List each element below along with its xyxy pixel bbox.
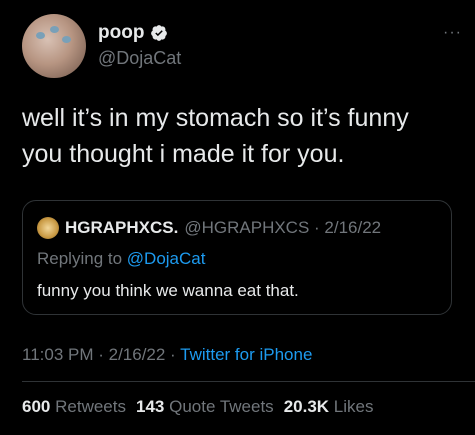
author-display-name[interactable]: poop xyxy=(98,22,144,44)
retweets-stat[interactable]: 600 Retweets xyxy=(22,397,126,417)
quoted-tweet-text: funny you think we wanna eat that. xyxy=(37,281,299,300)
replying-to-line: Replying to @DojaCat xyxy=(37,249,205,269)
tweet-stats: 600 Retweets 143 Quote Tweets 20.3K Like… xyxy=(22,397,373,417)
quote-tweets-stat[interactable]: 143 Quote Tweets xyxy=(136,397,274,417)
retweets-label: Retweets xyxy=(55,397,126,416)
quoted-tweet[interactable]: HGRAPHXCS. @HGRAPHXCS · 2/16/22 Replying… xyxy=(22,200,452,315)
avatar-detail xyxy=(62,36,71,43)
quoted-author-display-name: HGRAPHXCS. xyxy=(65,218,179,237)
tweet-source-link[interactable]: Twitter for iPhone xyxy=(180,345,312,364)
tweet-metadata: 11:03 PM · 2/16/22 · Twitter for iPhone xyxy=(22,345,312,365)
quoted-author-handle-date: @HGRAPHXCS · 2/16/22 xyxy=(184,218,382,237)
more-options-icon[interactable]: ··· xyxy=(443,24,462,42)
replying-to-mention[interactable]: @DojaCat xyxy=(127,249,206,268)
likes-count: 20.3K xyxy=(283,397,330,416)
quote-tweets-label: Quote Tweets xyxy=(169,397,274,416)
author-avatar[interactable] xyxy=(22,14,86,78)
likes-stat[interactable]: 20.3K Likes xyxy=(284,397,374,417)
tweet-timestamp[interactable]: 11:03 PM · 2/16/22 · xyxy=(22,345,180,364)
avatar-detail xyxy=(50,26,59,33)
verified-badge-icon xyxy=(151,25,168,41)
quote-tweets-count: 143 xyxy=(135,397,165,416)
retweets-count: 600 xyxy=(22,397,51,416)
tweet-header: poop @DojaCat ··· xyxy=(22,14,462,80)
tweet-text-line: you thought i made it for you. xyxy=(22,140,345,168)
avatar-detail xyxy=(36,32,45,39)
likes-label: Likes xyxy=(333,397,374,416)
tweet-text-line: well it’s in my stomach so it’s funny xyxy=(22,104,409,132)
tweet-text: well it’s in my stomach so it’s funny yo… xyxy=(22,100,452,172)
author-name-row[interactable]: poop xyxy=(98,22,168,44)
quoted-author-avatar xyxy=(37,217,59,239)
author-handle[interactable]: @DojaCat xyxy=(98,48,181,69)
replying-to-prefix: Replying to xyxy=(37,249,127,268)
divider xyxy=(22,381,475,382)
quoted-tweet-header: HGRAPHXCS. @HGRAPHXCS · 2/16/22 xyxy=(37,217,381,239)
